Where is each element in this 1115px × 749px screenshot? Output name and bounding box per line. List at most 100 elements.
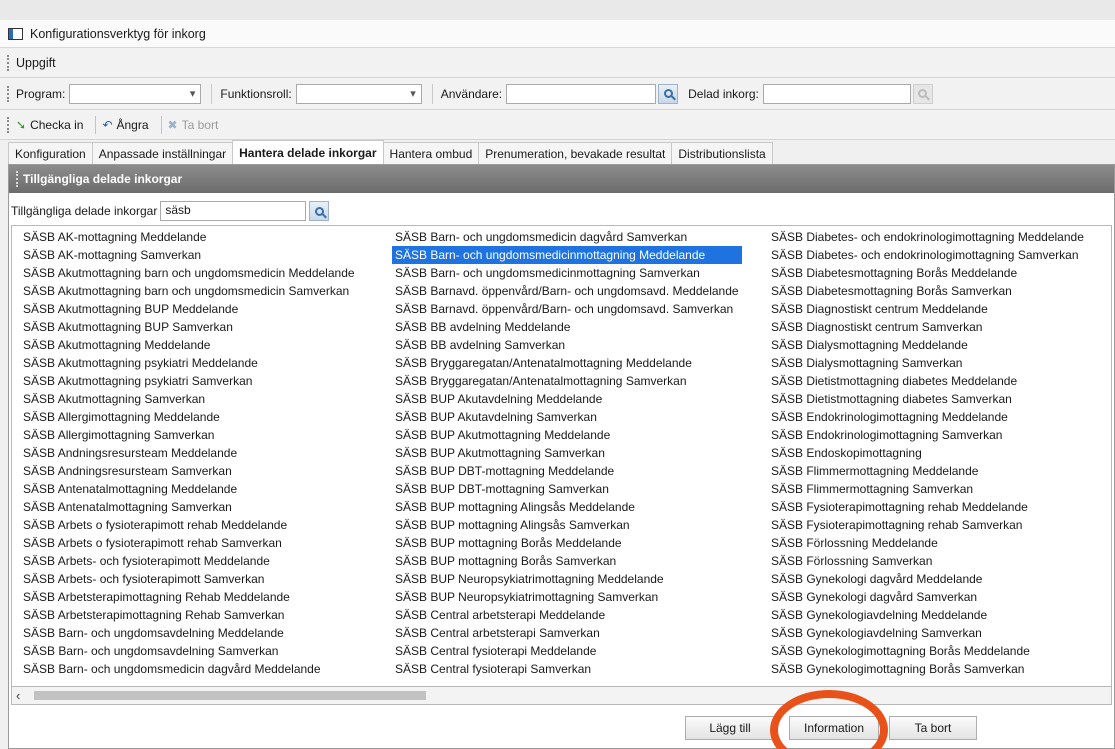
list-item[interactable]: SÄSB Andningsresursteam Meddelande xyxy=(20,444,358,462)
scrollbar-thumb[interactable] xyxy=(34,691,426,700)
list-item[interactable]: SÄSB Allergimottagning Meddelande xyxy=(20,408,358,426)
list-item[interactable]: SÄSB Antenatalmottagning Meddelande xyxy=(20,480,358,498)
list-item[interactable]: SÄSB BUP mottagning Alingsås Samverkan xyxy=(392,516,742,534)
horizontal-scrollbar[interactable]: ‹ xyxy=(11,687,1112,705)
list-item[interactable]: SÄSB BUP Akutmottagning Samverkan xyxy=(392,444,742,462)
list-item[interactable]: SÄSB Barnavd. öppenvård/Barn- och ungdom… xyxy=(392,300,742,318)
list-item[interactable]: SÄSB BUP Akutavdelning Meddelande xyxy=(392,390,742,408)
inbox-search-input[interactable]: säsb xyxy=(160,201,307,221)
list-item[interactable]: SÄSB Gynekologiavdelning Meddelande xyxy=(768,606,1087,624)
list-item[interactable]: SÄSB Bryggaregatan/Antenatalmottagning S… xyxy=(392,372,742,390)
list-item[interactable]: SÄSB Akutmottagning barn och ungdomsmedi… xyxy=(20,264,358,282)
scroll-left-icon[interactable]: ‹ xyxy=(16,688,20,703)
list-item[interactable]: SÄSB Barn- och ungdomsmedicin dagvård Me… xyxy=(20,660,358,678)
list-item[interactable]: SÄSB Akutmottagning BUP Meddelande xyxy=(20,300,358,318)
list-item[interactable]: SÄSB BUP mottagning Borås Samverkan xyxy=(392,552,742,570)
anvandare-search-button[interactable] xyxy=(658,83,679,104)
tab-konfiguration[interactable]: Konfiguration xyxy=(8,142,93,164)
list-item[interactable]: SÄSB Akutmottagning BUP Samverkan xyxy=(20,318,358,336)
list-item[interactable]: SÄSB Fysioterapimottagning rehab Meddela… xyxy=(768,498,1087,516)
list-item[interactable]: SÄSB BUP Neuropsykiatrimottagning Samver… xyxy=(392,588,742,606)
list-item[interactable]: SÄSB BUP Akutmottagning Meddelande xyxy=(392,426,742,444)
list-item[interactable]: SÄSB Arbets o fysioterapimott rehab Medd… xyxy=(20,516,358,534)
list-item[interactable]: SÄSB Fysioterapimottagning rehab Samverk… xyxy=(768,516,1087,534)
list-item[interactable]: SÄSB Barn- och ungdomsmedicinmottagning … xyxy=(392,264,742,282)
list-item[interactable]: SÄSB Akutmottagning psykiatri Samverkan xyxy=(20,372,358,390)
list-item[interactable]: SÄSB Central fysioterapi Samverkan xyxy=(392,660,742,678)
tab-hantera-ombud[interactable]: Hantera ombud xyxy=(382,142,480,164)
list-item[interactable]: SÄSB Akutmottagning Samverkan xyxy=(20,390,358,408)
list-item[interactable]: SÄSB Diabetesmottagning Borås Samverkan xyxy=(768,282,1087,300)
list-item[interactable]: SÄSB BUP DBT-mottagning Meddelande xyxy=(392,462,742,480)
list-item[interactable]: SÄSB Central arbetsterapi Meddelande xyxy=(392,606,742,624)
remove-button[interactable]: Ta bort xyxy=(889,716,977,740)
list-item[interactable]: SÄSB Gynekologi dagvård Meddelande xyxy=(768,570,1087,588)
list-item[interactable]: SÄSB Dietistmottagning diabetes Samverka… xyxy=(768,390,1087,408)
list-item[interactable]: SÄSB BB avdelning Meddelande xyxy=(392,318,742,336)
list-item[interactable]: SÄSB Diagnostiskt centrum Samverkan xyxy=(768,318,1087,336)
list-item[interactable]: SÄSB Arbets- och fysioterapimott Meddela… xyxy=(20,552,358,570)
list-item[interactable]: SÄSB Diagnostiskt centrum Meddelande xyxy=(768,300,1087,318)
list-item[interactable]: SÄSB Diabetes- och endokrinologimottagni… xyxy=(768,246,1087,264)
list-item[interactable]: SÄSB Akutmottagning barn och ungdomsmedi… xyxy=(20,282,358,300)
list-item[interactable]: SÄSB Gynekologimottagning Borås Samverka… xyxy=(768,660,1087,678)
list-item[interactable]: SÄSB Endokrinologimottagning Samverkan xyxy=(768,426,1087,444)
list-item[interactable]: SÄSB BUP mottagning Alingsås Meddelande xyxy=(392,498,742,516)
toolbar-remove-button[interactable]: ✖ Ta bort xyxy=(168,118,219,132)
list-item[interactable]: SÄSB Arbets o fysioterapimott rehab Samv… xyxy=(20,534,358,552)
list-item[interactable]: SÄSB Gynekologi dagvård Samverkan xyxy=(768,588,1087,606)
menu-item-uppgift[interactable]: Uppgift xyxy=(16,56,56,70)
checkin-button[interactable]: ➘ Checka in xyxy=(16,118,83,132)
list-item[interactable]: SÄSB AK-mottagning Meddelande xyxy=(20,228,358,246)
list-item[interactable]: SÄSB Arbetsterapimottagning Rehab Meddel… xyxy=(20,588,358,606)
list-item[interactable]: SÄSB Akutmottagning Meddelande xyxy=(20,336,358,354)
list-item[interactable]: SÄSB Barn- och ungdomsmedicin dagvård Sa… xyxy=(392,228,742,246)
list-item[interactable]: SÄSB Förlossning Meddelande xyxy=(768,534,1087,552)
list-item[interactable]: SÄSB Förlossning Samverkan xyxy=(768,552,1087,570)
list-item[interactable]: SÄSB Andningsresursteam Samverkan xyxy=(20,462,358,480)
list-item[interactable]: SÄSB Gynekologimottagning Borås Meddelan… xyxy=(768,642,1087,660)
list-item[interactable]: SÄSB Dialysmottagning Meddelande xyxy=(768,336,1087,354)
list-item[interactable]: SÄSB Barn- och ungdomsmedicinmottagning … xyxy=(392,246,742,264)
list-item[interactable]: SÄSB BB avdelning Samverkan xyxy=(392,336,742,354)
program-select[interactable]: ▾ xyxy=(69,83,202,104)
list-item[interactable]: SÄSB Endokrinologimottagning Meddelande xyxy=(768,408,1087,426)
list-item[interactable]: SÄSB Barnavd. öppenvård/Barn- och ungdom… xyxy=(392,282,742,300)
list-item[interactable]: SÄSB Diabetes- och endokrinologimottagni… xyxy=(768,228,1087,246)
delad-inkorg-search-button[interactable] xyxy=(912,83,933,104)
tab-anpassade-installningar[interactable]: Anpassade inställningar xyxy=(91,142,234,164)
list-item[interactable]: SÄSB Endoskopimottagning xyxy=(768,444,1087,462)
tab-prenumeration[interactable]: Prenumeration, bevakade resultat xyxy=(478,142,673,164)
list-item[interactable]: SÄSB Akutmottagning psykiatri Meddelande xyxy=(20,354,358,372)
delad-inkorg-input[interactable] xyxy=(762,83,911,104)
list-item[interactable]: SÄSB Central fysioterapi Meddelande xyxy=(392,642,742,660)
list-item[interactable]: SÄSB Allergimottagning Samverkan xyxy=(20,426,358,444)
undo-button[interactable]: ↶ Ångra xyxy=(102,118,148,132)
list-item[interactable]: SÄSB AK-mottagning Samverkan xyxy=(20,246,358,264)
inbox-search-button[interactable] xyxy=(309,201,330,221)
list-item[interactable]: SÄSB Arbets- och fysioterapimott Samverk… xyxy=(20,570,358,588)
list-item[interactable]: SÄSB Bryggaregatan/Antenatalmottagning M… xyxy=(392,354,742,372)
list-item[interactable]: SÄSB Flimmermottagning Meddelande xyxy=(768,462,1087,480)
list-item[interactable]: SÄSB Antenatalmottagning Samverkan xyxy=(20,498,358,516)
anvandare-input[interactable] xyxy=(506,83,657,104)
list-item[interactable]: SÄSB Diabetesmottagning Borås Meddelande xyxy=(768,264,1087,282)
funktionsroll-select[interactable]: ▾ xyxy=(295,83,422,104)
list-item[interactable]: SÄSB Barn- och ungdomsavdelning Samverka… xyxy=(20,642,358,660)
list-item[interactable]: SÄSB Dialysmottagning Samverkan xyxy=(768,354,1087,372)
information-button[interactable]: Information xyxy=(789,716,879,740)
list-item[interactable]: SÄSB BUP DBT-mottagning Samverkan xyxy=(392,480,742,498)
list-item[interactable]: SÄSB BUP mottagning Borås Meddelande xyxy=(392,534,742,552)
inbox-list[interactable]: SÄSB AK-mottagning Meddelande SÄSB AK-mot… xyxy=(11,225,1112,687)
list-item[interactable]: SÄSB Gynekologiavdelning Samverkan xyxy=(768,624,1087,642)
tab-distributionslista[interactable]: Distributionslista xyxy=(671,142,773,164)
list-item[interactable]: SÄSB BUP Akutavdelning Samverkan xyxy=(392,408,742,426)
tab-hantera-delade-inkorgar[interactable]: Hantera delade inkorgar xyxy=(232,140,384,164)
list-item[interactable]: SÄSB Dietistmottagning diabetes Meddelan… xyxy=(768,372,1087,390)
list-item[interactable]: SÄSB Barn- och ungdomsavdelning Meddelan… xyxy=(20,624,358,642)
list-item[interactable]: SÄSB Flimmermottagning Samverkan xyxy=(768,480,1087,498)
list-item[interactable]: SÄSB BUP Neuropsykiatrimottagning Meddel… xyxy=(392,570,742,588)
list-item[interactable]: SÄSB Arbetsterapimottagning Rehab Samver… xyxy=(20,606,358,624)
add-button[interactable]: Lägg till xyxy=(685,716,775,740)
list-item[interactable]: SÄSB Central arbetsterapi Samverkan xyxy=(392,624,742,642)
